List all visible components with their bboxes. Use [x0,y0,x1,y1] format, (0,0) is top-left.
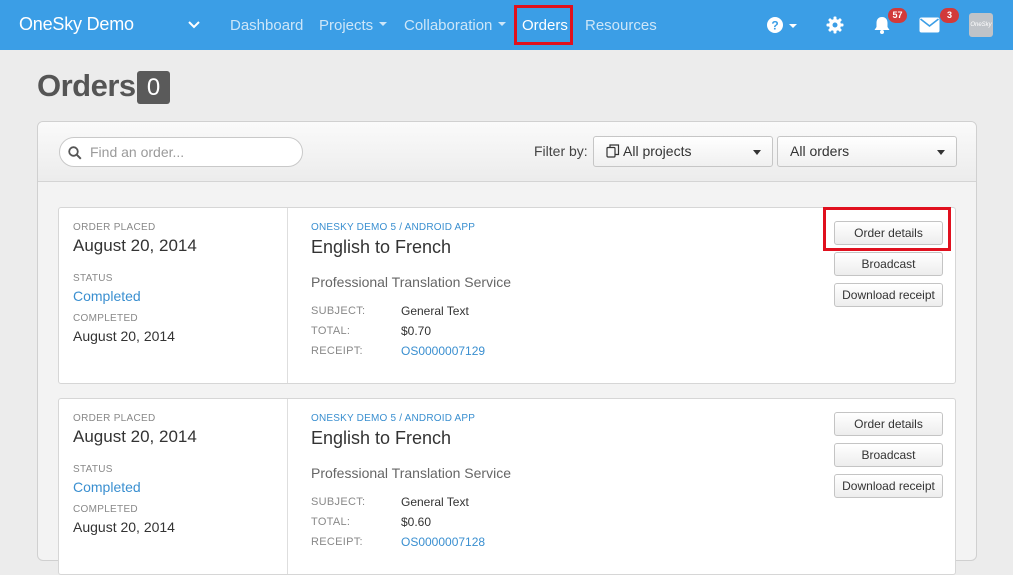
nav-collaboration-label: Collaboration [404,17,493,34]
caret-down-icon [379,22,388,27]
order-card: ORDER PLACED August 20, 2014 STATUS Comp… [58,398,956,575]
search-icon [68,146,82,160]
order-placed-label: ORDER PLACED [73,222,156,233]
total-value: $0.70 [401,324,432,338]
order-summary: ORDER PLACED August 20, 2014 STATUS Comp… [59,399,288,574]
avatar-text: OneSky [970,22,992,28]
caret-down-icon [498,22,507,27]
project-breadcrumb: ONESKY DEMO 5 / ANDROID APP [311,413,476,424]
total-label: TOTAL: [311,516,351,528]
receipt-label: RECEIPT: [311,536,363,548]
brand-name[interactable]: OneSky Demo [19,14,134,35]
nav-projects-label: Projects [319,17,374,34]
order-title: English to French [311,428,452,448]
nav-dashboard-label: Dashboard [230,17,304,34]
status-label: STATUS [73,273,113,284]
project-link[interactable]: ONESKY DEMO 5 [311,222,396,233]
download-receipt-button[interactable]: Download receipt [834,474,943,498]
subject-label: SUBJECT: [311,305,366,317]
search-input[interactable] [90,143,290,161]
search-box[interactable] [59,137,303,167]
nav-resources[interactable]: Resources [585,17,657,34]
subject-value: General Text [401,495,469,509]
project-link[interactable]: ONESKY DEMO 5 [311,413,396,424]
total-label: TOTAL: [311,325,351,337]
platform-link[interactable]: ANDROID APP [405,222,476,233]
subject-value: General Text [401,304,469,318]
help-icon[interactable]: ? [766,16,798,34]
order-details-highlight-box [823,207,951,251]
broadcast-button[interactable]: Broadcast [834,252,943,276]
status-value[interactable]: Completed [73,288,141,304]
orders-count-badge: 0 [137,71,170,104]
service-name: Professional Translation Service [311,465,511,481]
order-details-button[interactable]: Order details [834,412,943,436]
top-navbar: OneSky Demo Dashboard Projects Collabora… [0,0,1013,50]
download-receipt-button[interactable]: Download receipt [834,283,943,307]
chevron-down-icon[interactable] [186,16,202,32]
receipt-label: RECEIPT: [311,345,363,357]
envelope-icon[interactable] [919,17,940,33]
order-placed-date: August 20, 2014 [73,427,197,446]
filter-label: Filter by: [534,143,588,159]
notifications-badge: 57 [888,8,907,23]
status-label: STATUS [73,464,113,475]
order-placed-date: August 20, 2014 [73,236,197,255]
project-filter-value: All projects [623,143,692,159]
caret-down-icon [937,150,945,155]
orders-highlight-box [514,5,573,45]
nav-collaboration[interactable]: Collaboration [404,17,507,34]
caret-down-icon [753,150,761,155]
nav-resources-label: Resources [585,17,657,34]
page-title: Orders [37,68,136,103]
status-value[interactable]: Completed [73,479,141,495]
messages-badge: 3 [940,8,959,23]
avatar[interactable]: OneSky [969,13,993,37]
completed-date: August 20, 2014 [73,519,175,535]
service-name: Professional Translation Service [311,274,511,290]
svg-text:?: ? [771,19,778,33]
filter-toolbar: Filter by: All projects All orders [38,122,976,182]
nav-dashboard[interactable]: Dashboard [230,17,303,34]
gear-icon[interactable] [826,16,844,34]
completed-label: COMPLETED [73,313,138,324]
order-placed-label: ORDER PLACED [73,413,156,424]
completed-date: August 20, 2014 [73,328,175,344]
copy-icon [606,144,620,158]
order-filter-value: All orders [790,143,850,159]
order-card: ORDER PLACED August 20, 2014 STATUS Comp… [58,207,956,384]
total-value: $0.60 [401,515,432,529]
receipt-link[interactable]: OS0000007128 [401,535,485,549]
completed-label: COMPLETED [73,504,138,515]
project-breadcrumb: ONESKY DEMO 5 / ANDROID APP [311,222,476,233]
platform-link[interactable]: ANDROID APP [405,413,476,424]
order-summary: ORDER PLACED August 20, 2014 STATUS Comp… [59,208,288,383]
receipt-link[interactable]: OS0000007129 [401,344,485,358]
nav-projects[interactable]: Projects [319,17,388,34]
project-filter-select[interactable]: All projects [593,136,773,167]
order-title: English to French [311,237,452,257]
subject-label: SUBJECT: [311,496,366,508]
order-filter-select[interactable]: All orders [777,136,957,167]
broadcast-button[interactable]: Broadcast [834,443,943,467]
